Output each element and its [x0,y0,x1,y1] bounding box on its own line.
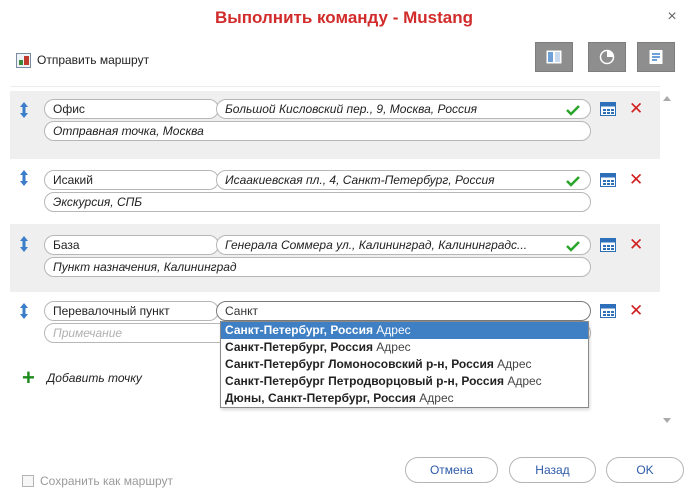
ok-button[interactable]: OK [606,457,684,483]
calculator-icon[interactable] [600,173,616,187]
point-address-field[interactable]: Исаакиевская пл., 4, Санкт-Петербург, Ро… [216,170,591,190]
point-address-field[interactable]: Большой Кисловский пер., 9, Москва, Росс… [216,99,591,119]
point-note-field[interactable]: Отправная точка, Москва [44,121,591,141]
export-icon [649,50,663,64]
suggestion-item[interactable]: Санкт-Петербург, Россия Адрес [221,339,588,356]
check-icon [566,105,580,116]
delete-point-icon[interactable]: ✕ [629,302,643,319]
calculator-icon[interactable] [600,102,616,116]
save-route-checkbox[interactable]: Сохранить как маршрут [22,474,173,488]
suggestion-item[interactable]: Санкт-Петербург, Россия Адрес [221,322,588,339]
route-point-row: База Генерала Соммера ул., Калининград, … [10,224,660,292]
point-name-field[interactable]: База [44,235,219,255]
calculator-icon[interactable] [600,304,616,318]
point-address-field[interactable]: Генерала Соммера ул., Калининград, Калин… [216,235,591,255]
columns-button[interactable] [535,42,573,72]
close-icon[interactable]: × [664,9,680,25]
save-route-label: Сохранить как маршрут [40,474,173,488]
suggestion-item[interactable]: Санкт-Петербург Ломоносовский р-н, Росси… [221,356,588,373]
suggestion-item[interactable]: Санкт-Петербург Петродворцовый р-н, Росс… [221,373,588,390]
route-point-row: Исакий Исаакиевская пл., 4, Санкт-Петерб… [10,159,660,227]
send-route-icon [16,52,31,68]
delete-point-icon[interactable]: ✕ [629,171,643,188]
delete-point-icon[interactable]: ✕ [629,236,643,253]
pie-button[interactable] [588,42,626,72]
point-address-input[interactable]: Санкт [216,301,591,321]
delete-point-icon[interactable]: ✕ [629,100,643,117]
point-note-field[interactable]: Экскурсия, СПБ [44,192,591,212]
export-button[interactable] [637,42,675,72]
drag-handle-icon[interactable] [18,302,30,320]
drag-handle-icon[interactable] [18,235,30,253]
cancel-button[interactable]: Отмена [405,457,498,483]
checkbox-box[interactable] [22,475,34,487]
dialog-title: Выполнить команду - Mustang [214,8,473,27]
point-name-field[interactable]: Исакий [44,170,219,190]
scroll-down-icon[interactable] [663,418,671,423]
list-scrollbar[interactable] [660,90,674,430]
check-icon [566,176,580,187]
dialog: Выполнить команду - Mustang × Отправить … [0,0,688,499]
columns-icon [546,50,562,64]
calculator-icon[interactable] [600,238,616,252]
send-route-button[interactable]: Отправить маршрут [16,52,149,68]
point-note-field[interactable]: Пункт назначения, Калининград [44,257,591,277]
address-suggestions-dropdown[interactable]: Санкт-Петербург, Россия Адрес Санкт-Пете… [220,321,589,408]
point-name-field[interactable]: Офис [44,99,219,119]
suggestion-item[interactable]: Дюны, Санкт-Петербург, Россия Адрес [221,390,588,407]
check-icon [566,241,580,252]
scroll-up-icon[interactable] [663,96,671,101]
drag-handle-icon[interactable] [18,169,30,187]
route-point-row: Офис Большой Кисловский пер., 9, Москва,… [10,91,660,159]
add-point-button[interactable]: + Добавить точку [22,365,142,390]
pie-icon [599,49,615,65]
send-route-label: Отправить маршрут [37,53,150,67]
plus-icon: + [22,365,35,390]
back-button[interactable]: Назад [509,457,596,483]
drag-handle-icon[interactable] [18,101,30,119]
point-name-field[interactable]: Перевалочный пункт [44,301,219,321]
add-point-label: Добавить точку [46,371,142,385]
